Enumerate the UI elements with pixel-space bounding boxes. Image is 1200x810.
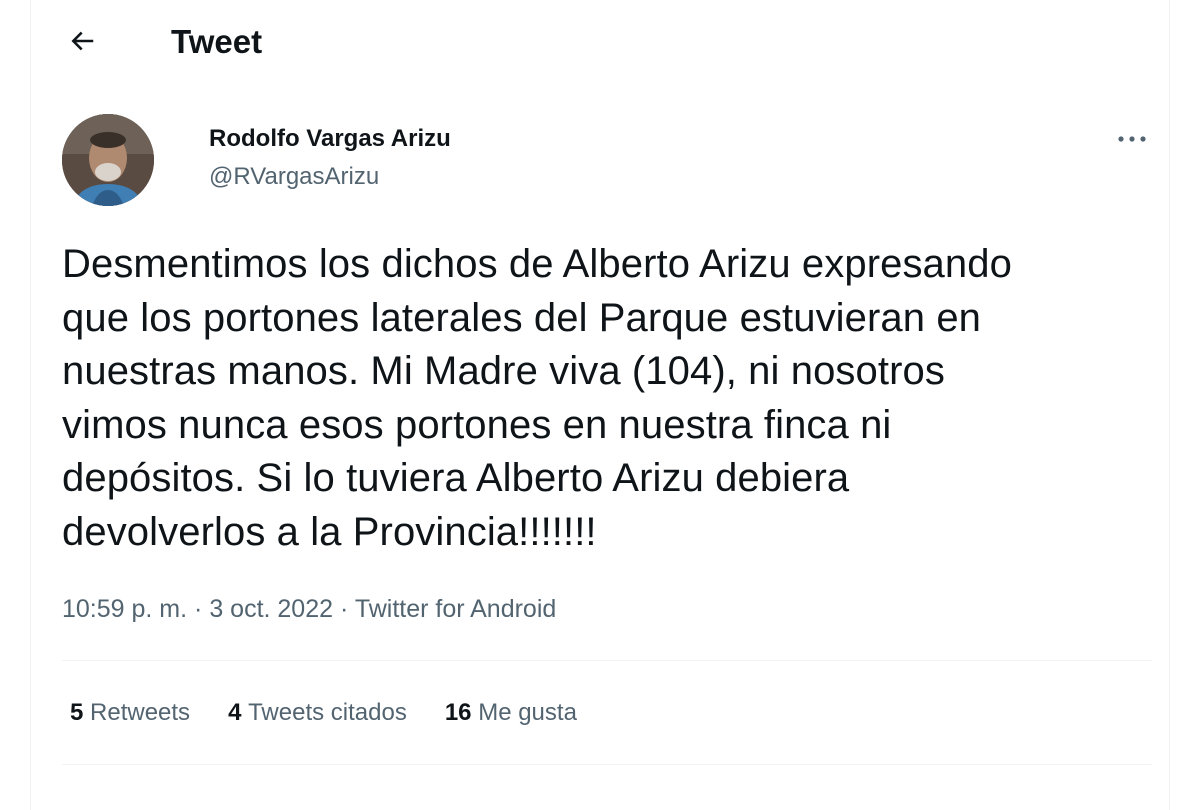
author-name[interactable]: Rodolfo Vargas Arizu <box>209 124 451 154</box>
likes-label: Me gusta <box>478 699 577 726</box>
arrow-left-icon <box>71 31 94 51</box>
page-title: Tweet <box>171 23 263 60</box>
tweet-source[interactable]: Twitter for Android <box>355 595 556 623</box>
meta-separator: · <box>339 595 355 623</box>
avatar[interactable] <box>62 114 154 206</box>
tweet-column: Tweet Rodolfo Vargas Arizu @RVargasArizu <box>30 0 1170 810</box>
tweet-date[interactable]: 3 oct. 2022 <box>209 595 333 623</box>
header: Tweet <box>31 0 1169 84</box>
tweet-author: Rodolfo Vargas Arizu @RVargasArizu <box>62 114 1152 209</box>
more-button[interactable] <box>1112 124 1152 154</box>
retweets-label: Retweets <box>90 699 191 726</box>
tweet-text: Desmentimos los dichos de Alberto Arizu … <box>62 242 1012 554</box>
tweet-meta: 10:59 p. m. · 3 oct. 2022 · Twitter for … <box>62 592 556 626</box>
tweet-time[interactable]: 10:59 p. m. <box>62 595 187 623</box>
meta-separator: · <box>194 595 210 623</box>
author-handle[interactable]: @RVargasArizu <box>209 162 379 192</box>
likes-stat[interactable]: 16 Me gusta <box>445 697 577 729</box>
back-button[interactable] <box>61 20 103 62</box>
divider <box>62 660 1152 661</box>
quotes-label: Tweets citados <box>248 699 407 726</box>
quotes-stat[interactable]: 4 Tweets citados <box>228 697 407 729</box>
more-horizontal-icon <box>1118 136 1146 142</box>
likes-count: 16 <box>444 699 479 726</box>
divider <box>62 764 1152 765</box>
tweet-stats: 5 Retweets 4 Tweets citados 16 Me gusta <box>70 697 615 729</box>
quotes-count: 4 <box>228 699 249 726</box>
avatar-photo <box>62 114 154 206</box>
retweets-count: 5 <box>70 699 91 726</box>
retweets-stat[interactable]: 5 Retweets <box>70 697 190 729</box>
